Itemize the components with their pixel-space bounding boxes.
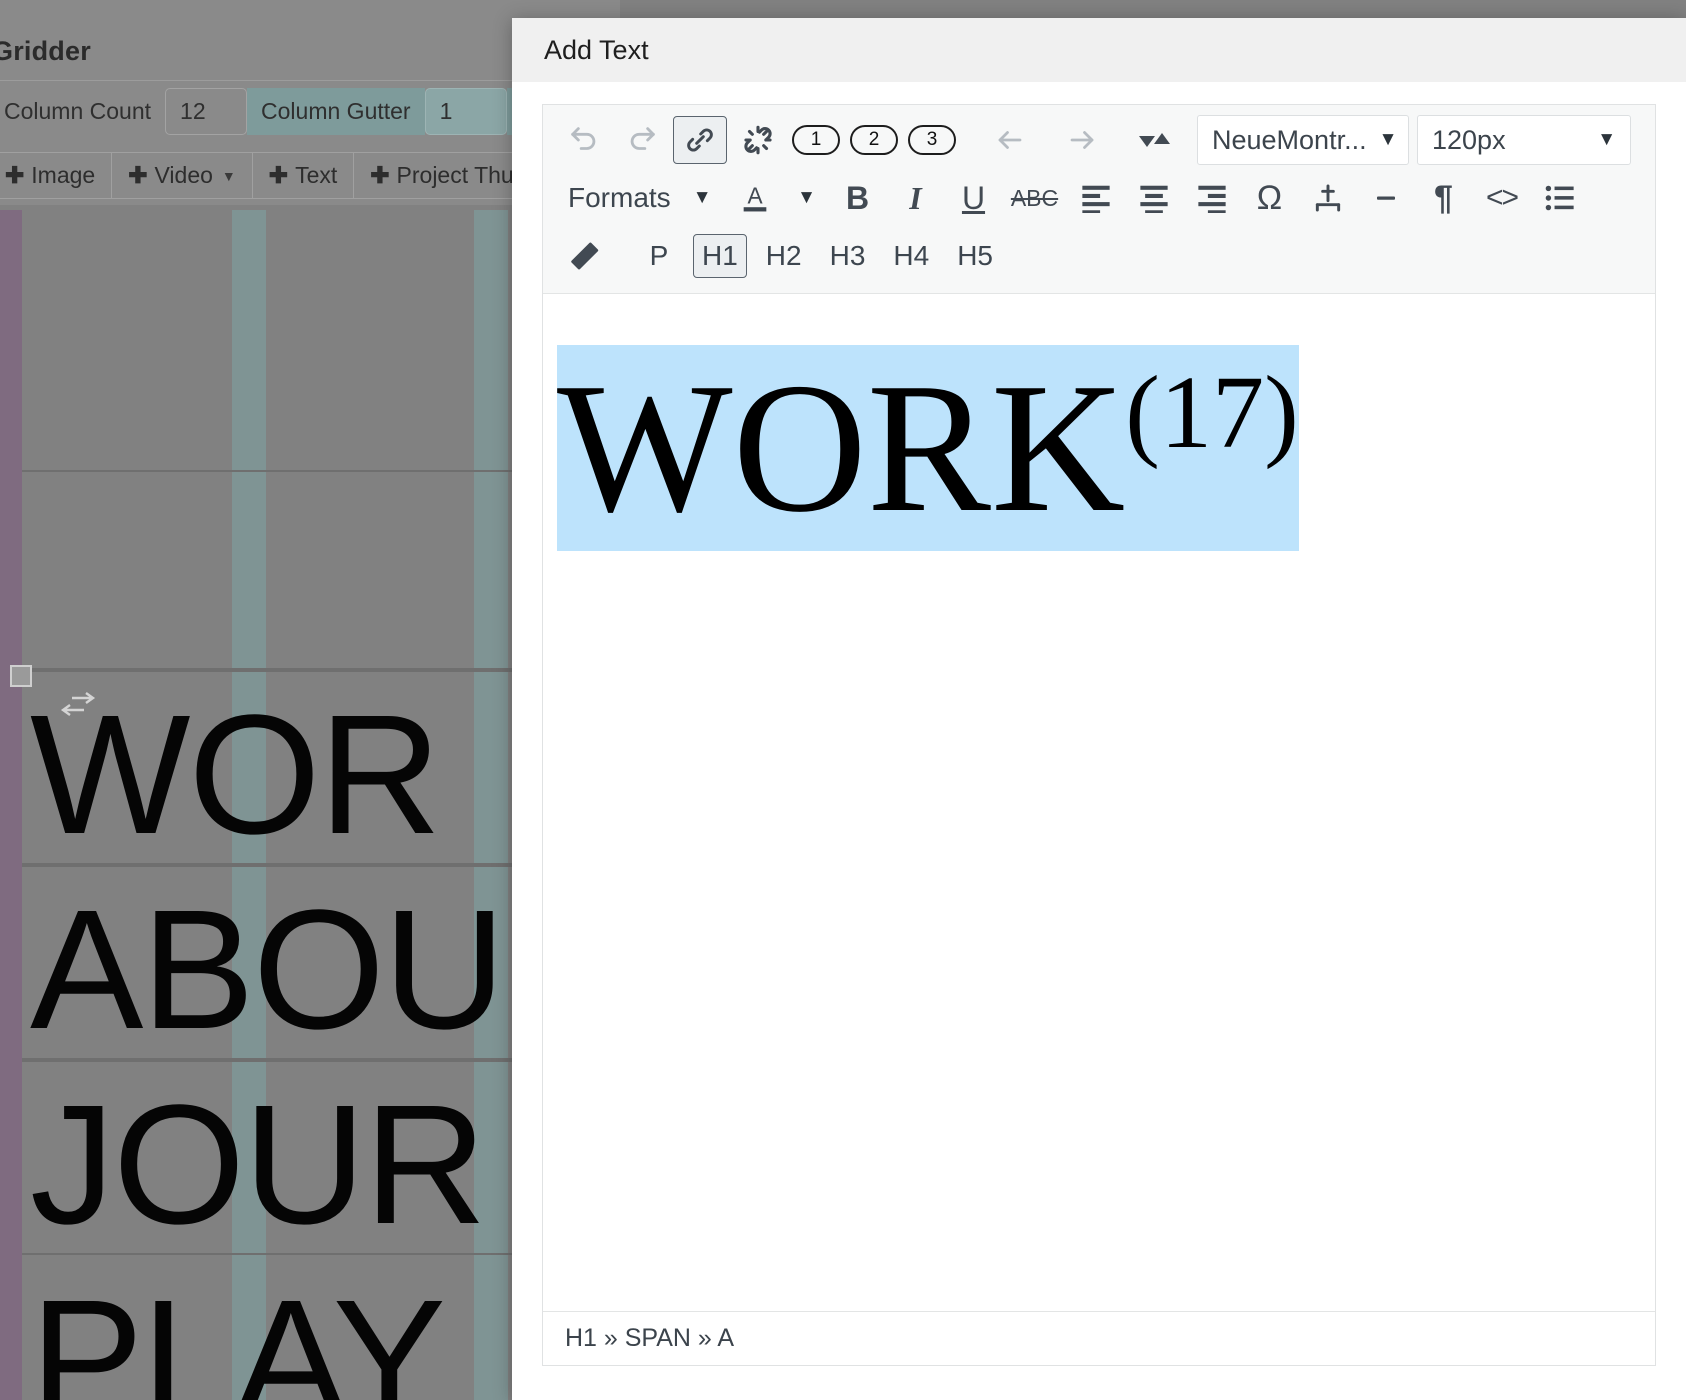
grid-guide-purple xyxy=(0,210,22,1400)
formats-label: Formats xyxy=(568,182,671,214)
toolbar-row-1: 1 2 3 xyxy=(557,111,1641,169)
insert-toolbar: ✚ Image ✚ Video ▼ ✚ Text ✚ Project Thu xyxy=(0,152,531,199)
format-h3-button[interactable]: H3 xyxy=(821,234,875,278)
plus-icon: ✚ xyxy=(370,164,389,187)
column-count-input[interactable]: 12 xyxy=(165,88,247,135)
editor-content-area[interactable]: WORK(17) xyxy=(543,294,1655,1311)
redo-icon[interactable] xyxy=(615,116,669,164)
link-icon[interactable] xyxy=(673,116,727,164)
italic-icon[interactable]: I xyxy=(889,174,943,222)
add-video-label: Video xyxy=(155,162,213,189)
add-project-thumb-button[interactable]: ✚ Project Thu xyxy=(354,152,530,199)
format-p-button[interactable]: P xyxy=(635,234,683,278)
format-h5-button[interactable]: H5 xyxy=(948,234,1002,278)
text-color-chevron-icon[interactable]: ▼ xyxy=(781,174,821,222)
modal-title: Add Text xyxy=(544,35,649,66)
anchor-2-icon[interactable]: 2 xyxy=(847,116,901,164)
align-left-icon[interactable] xyxy=(1069,174,1123,222)
arrow-left-icon[interactable] xyxy=(983,116,1037,164)
modal-header: Add Text xyxy=(512,18,1686,82)
toolbar-row-2: Formats ▼ A ▼ B I xyxy=(557,169,1641,227)
eraser-icon[interactable] xyxy=(557,232,611,280)
font-size-select[interactable]: 120px ▼ xyxy=(1417,115,1631,165)
bold-icon[interactable]: B xyxy=(831,174,885,222)
chevron-down-icon: ▼ xyxy=(1597,129,1616,151)
undo-icon[interactable] xyxy=(557,116,611,164)
text-color-icon[interactable]: A xyxy=(733,174,777,222)
sort-updown-icon[interactable] xyxy=(1127,116,1181,164)
toolbar-row-3: P H1 H2 H3 H4 H5 xyxy=(557,227,1641,285)
add-text-label: Text xyxy=(295,162,337,189)
canvas-word-2[interactable]: JOUR xyxy=(30,1080,485,1250)
add-text-button[interactable]: ✚ Text xyxy=(253,152,354,199)
plus-icon: ✚ xyxy=(128,164,147,187)
rich-text-editor: 1 2 3 xyxy=(542,104,1656,1366)
align-right-icon[interactable] xyxy=(1185,174,1239,222)
format-h1-button[interactable]: H1 xyxy=(693,234,747,278)
chevron-down-icon: ▼ xyxy=(222,168,236,184)
special-character-icon[interactable]: Ω xyxy=(1243,174,1297,222)
paragraph-mark-icon[interactable]: ¶ xyxy=(1417,174,1471,222)
element-path[interactable]: H1 » SPAN » A xyxy=(565,1324,734,1353)
font-family-value: NeueMontr... xyxy=(1212,125,1367,156)
underline-icon[interactable]: U xyxy=(947,174,1001,222)
font-family-select[interactable]: NeueMontr... ▼ xyxy=(1197,115,1409,165)
insert-anchor-icon[interactable] xyxy=(1301,174,1355,222)
format-h2-button[interactable]: H2 xyxy=(757,234,811,278)
resize-cursor-icon xyxy=(58,690,98,722)
arrow-right-icon[interactable] xyxy=(1055,116,1109,164)
add-text-modal: Add Text xyxy=(512,18,1686,1400)
font-size-value: 120px xyxy=(1432,125,1506,156)
source-code-icon[interactable]: <> xyxy=(1475,174,1529,222)
column-count-label: Column Count xyxy=(0,88,165,135)
anchor-3-icon[interactable]: 3 xyxy=(905,116,959,164)
bullet-list-icon[interactable] xyxy=(1533,174,1587,222)
horizontal-rule-icon[interactable] xyxy=(1359,174,1413,222)
editor-status-bar: H1 » SPAN » A xyxy=(543,1311,1655,1365)
column-gutter-label: Column Gutter xyxy=(247,88,425,135)
align-center-icon[interactable] xyxy=(1127,174,1181,222)
chevron-down-icon: ▼ xyxy=(1379,129,1398,151)
grid-settings-row: Column Count 12 Column Gutter 1 % xyxy=(0,88,543,135)
editor-heading-text[interactable]: WORK(17) xyxy=(557,320,1641,577)
chevron-down-icon: ▼ xyxy=(693,187,712,209)
editor-superscript-text: (17) xyxy=(1125,354,1299,470)
add-image-button[interactable]: ✚ Image xyxy=(0,152,112,199)
canvas-word-3[interactable]: PLAY xyxy=(30,1275,444,1400)
plus-icon: ✚ xyxy=(5,164,24,187)
formats-dropdown[interactable]: Formats ▼ xyxy=(557,174,723,222)
add-image-label: Image xyxy=(31,162,95,189)
unlink-icon[interactable] xyxy=(731,116,785,164)
editor-toolbar: 1 2 3 xyxy=(543,105,1655,294)
canvas-word-1[interactable]: ABOU xyxy=(30,885,504,1055)
add-video-button[interactable]: ✚ Video ▼ xyxy=(112,152,253,199)
plus-icon: ✚ xyxy=(269,164,288,187)
column-gutter-input[interactable]: 1 xyxy=(425,88,507,135)
format-h4-button[interactable]: H4 xyxy=(884,234,938,278)
editor-main-text: WORK xyxy=(557,345,1125,551)
panel-title: Gridder xyxy=(0,36,91,67)
svg-text:A: A xyxy=(747,183,763,209)
add-project-thumb-label: Project Thu xyxy=(397,162,514,189)
strikethrough-icon[interactable]: ABC xyxy=(1005,174,1065,222)
selection-resize-handle[interactable] xyxy=(10,665,32,687)
anchor-1-icon[interactable]: 1 xyxy=(789,116,843,164)
